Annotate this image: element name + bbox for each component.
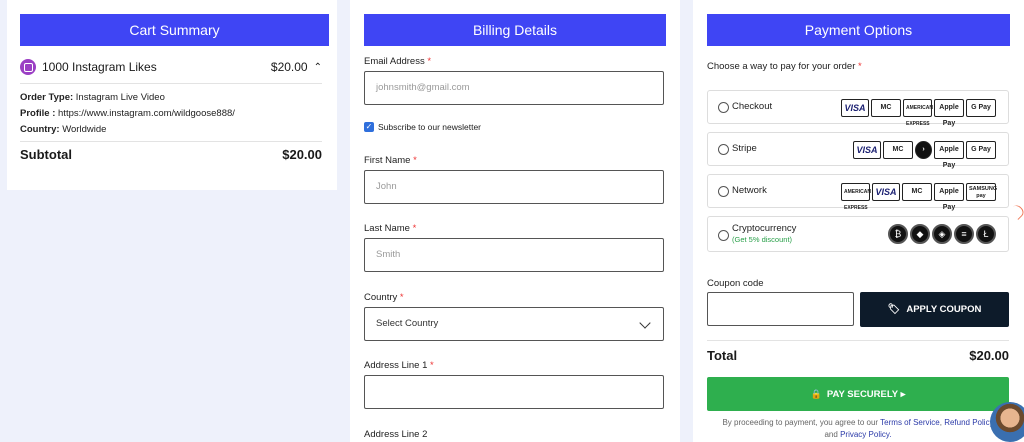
arrow-right-icon: › (915, 141, 932, 159)
privacy-link[interactable]: Privacy Policy. (840, 430, 891, 439)
solana-icon: ≡ (954, 224, 974, 244)
billing-title: Billing Details (364, 14, 666, 46)
litecoin-icon: Ł (976, 224, 996, 244)
subtotal-value: $20.00 (282, 147, 322, 162)
order-type-label: Order Type: (20, 92, 74, 103)
profile-value: https://www.instagram.com/wildgoose888/ (58, 108, 235, 119)
amex-icon: AMERICAN EXPRESS (903, 99, 933, 127)
radio-button[interactable] (718, 102, 729, 113)
product-price: $20.00 (270, 60, 308, 74)
apple-pay-icon: Apple Pay (934, 141, 964, 169)
payment-option-crypto[interactable]: Cryptocurrency (Get 5% discount) ₿ ◆ ◈ ≡… (707, 216, 1009, 252)
divider (707, 340, 1009, 341)
amex-icon: AMERICAN EXPRESS (841, 183, 871, 211)
google-pay-icon: G Pay (966, 141, 996, 159)
pay-securely-button[interactable]: 🔒 PAY SECURELY ▸ (707, 377, 1009, 411)
email-label: Email Address * (364, 56, 432, 67)
country-select-label: Country * (364, 292, 404, 303)
google-pay-icon: G Pay (966, 99, 996, 117)
pay-securely-label: PAY SECURELY ▸ (826, 388, 906, 400)
visa-icon: VISA (853, 141, 881, 159)
chevron-up-icon[interactable]: ⌃ (314, 62, 322, 73)
divider (20, 83, 322, 84)
address2-label: Address Line 2 (364, 429, 428, 440)
country-row: Country: Worldwide (20, 124, 106, 135)
cart-product-row[interactable]: 1000 Instagram Likes $20.00 ⌃ (20, 56, 322, 78)
apply-coupon-button[interactable]: 🏷 APPLY COUPON (860, 292, 1009, 327)
email-field[interactable]: johnsmith@gmail.com (364, 71, 664, 105)
crypto-discount: (Get 5% discount) (732, 235, 793, 244)
total-value: $20.00 (969, 348, 1009, 363)
order-type-value: Instagram Live Video (75, 92, 165, 103)
apple-pay-icon: Apple Pay (934, 183, 964, 211)
newsletter-label: Subscribe to our newsletter (378, 122, 481, 132)
chat-avatar[interactable] (990, 402, 1024, 442)
bnb-icon: ◈ (932, 224, 952, 244)
refund-link[interactable]: Refund Policy (944, 418, 993, 427)
chevron-down-icon (639, 317, 651, 329)
profile-label: Profile : (20, 108, 56, 119)
instagram-icon (20, 59, 36, 75)
radio-button[interactable] (718, 186, 729, 197)
first-name-label: First Name * (364, 155, 417, 166)
coupon-input[interactable] (707, 292, 854, 326)
option-label: Checkout (732, 101, 773, 112)
product-name: 1000 Instagram Likes (42, 60, 157, 74)
apply-coupon-label: APPLY COUPON (906, 304, 982, 315)
mastercard-icon: MC (871, 99, 901, 117)
mastercard-icon: MC (883, 141, 913, 159)
payment-option-checkout[interactable]: Checkout VISA MC AMERICAN EXPRESS Apple … (707, 90, 1009, 127)
subtotal-label: Subtotal (20, 147, 72, 162)
payment-option-stripe[interactable]: Stripe VISA MC › Apple Pay G Pay (707, 132, 1009, 169)
terms-link[interactable]: Terms of Service (880, 418, 940, 427)
option-label: Cryptocurrency (732, 223, 797, 234)
profile-row: Profile : https://www.instagram.com/wild… (20, 108, 235, 119)
order-type-row: Order Type: Instagram Live Video (20, 92, 165, 103)
apple-pay-icon: Apple Pay (934, 99, 964, 127)
radio-button[interactable] (718, 230, 729, 241)
option-label: Stripe (732, 143, 757, 154)
samsung-pay-icon: SAMSUNG pay (966, 183, 997, 201)
last-name-field[interactable]: Smith (364, 238, 664, 272)
visa-icon: VISA (841, 99, 869, 117)
total-label: Total (707, 348, 738, 363)
mastercard-icon: MC (902, 183, 932, 201)
ethereum-icon: ◆ (910, 224, 930, 244)
country-select[interactable]: Select Country (364, 307, 664, 341)
checkbox-checked-icon[interactable]: ✓ (364, 122, 374, 132)
subtotal-row: Subtotal $20.00 (20, 147, 322, 162)
coupon-label: Coupon code (707, 278, 764, 289)
country-select-value: Select Country (376, 318, 439, 329)
payment-option-network[interactable]: Network AMERICAN EXPRESS VISA MC Apple P… (707, 174, 1009, 211)
tag-icon: 🏷 (887, 304, 901, 315)
lock-icon: 🔒 (810, 388, 822, 399)
radio-button[interactable] (718, 144, 729, 155)
country-value: Worldwide (62, 124, 107, 135)
address1-label: Address Line 1 * (364, 360, 434, 371)
newsletter-checkbox[interactable]: ✓ Subscribe to our newsletter (364, 122, 481, 132)
divider (20, 141, 322, 142)
legal-text: By proceeding to payment, you agree to o… (722, 418, 994, 439)
first-name-field[interactable]: John (364, 170, 664, 204)
payment-instruction: Choose a way to pay for your order * (707, 61, 862, 72)
total-row: Total $20.00 (707, 348, 1009, 363)
address1-field[interactable] (364, 375, 664, 409)
option-label: Network (732, 185, 767, 196)
cart-summary-title: Cart Summary (20, 14, 329, 46)
last-name-label: Last Name * (364, 223, 417, 234)
visa-icon: VISA (872, 183, 900, 201)
payment-title: Payment Options (707, 14, 1010, 46)
bitcoin-icon: ₿ (888, 224, 908, 244)
country-label: Country: (20, 124, 60, 135)
